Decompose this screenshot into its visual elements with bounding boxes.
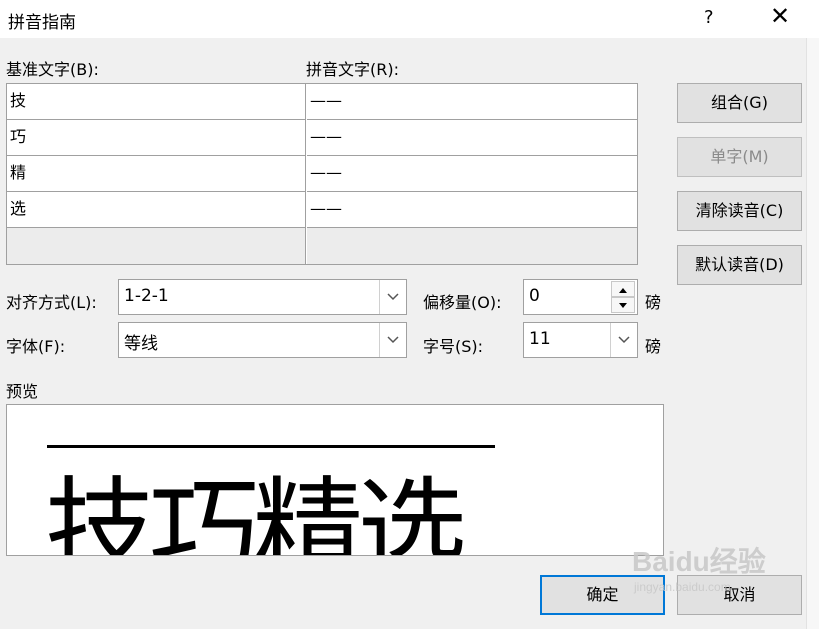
font-value: 等线 [124,334,158,354]
clear-reading-button[interactable]: 清除读音(C) [677,191,802,231]
ruby-cell-text: —— [310,199,342,218]
ruby-text-label: 拼音文字(R): [306,60,399,79]
triangle-up-icon[interactable] [611,281,635,297]
triangle-down-icon[interactable] [611,297,635,313]
font-label: 字体(F): [6,337,66,356]
base-cell-4[interactable]: 选 [7,192,306,228]
preview-text: 技巧精选 [45,466,467,556]
base-cell-text: 选 [10,199,27,218]
base-cell-3[interactable]: 精 [7,156,306,192]
watermark-url: jingyan.baidu.com [634,580,731,594]
ruby-cell-2[interactable]: —— [307,120,637,156]
preview-pane: 技巧精选 [6,404,664,556]
chevron-down-icon[interactable] [379,323,406,357]
watermark: Baidu经验 jingyan.baidu.com [632,540,766,594]
ruby-grid: 技 —— 巧 —— 精 —— 选 —— [6,83,638,265]
spin-control [611,280,637,314]
group-button[interactable]: 组合(G) [677,83,802,123]
ruby-cell-1[interactable]: —— [307,84,637,120]
font-select[interactable]: 等线 [118,322,407,358]
size-unit: 磅 [645,337,662,356]
base-cell-1[interactable]: 技 [7,84,306,120]
alignment-value: 1-2-1 [124,286,169,306]
alignment-label: 对齐方式(L): [6,293,97,312]
offset-value: 0 [529,286,540,306]
ruby-cell-3[interactable]: —— [307,156,637,192]
base-cell-text: 精 [10,163,27,182]
size-label: 字号(S): [423,337,484,356]
alignment-select[interactable]: 1-2-1 [118,279,407,315]
size-value: 11 [529,329,551,349]
ruby-cell-4[interactable]: —— [307,192,637,228]
base-text-label: 基准文字(B): [6,60,99,79]
offset-label: 偏移量(O): [423,293,502,312]
window-title: 拼音指南 [8,13,76,33]
base-cell-text: 技 [10,91,27,110]
offset-unit: 磅 [645,293,662,312]
base-cell-empty [7,228,306,264]
chevron-down-icon[interactable] [610,323,637,357]
window-edge [806,38,819,629]
base-cell-2[interactable]: 巧 [7,120,306,156]
close-icon[interactable]: ✕ [770,4,790,28]
chevron-down-icon[interactable] [379,280,406,314]
offset-spinner[interactable]: 0 [523,279,638,315]
preview-label: 预览 [6,382,39,401]
watermark-brand: Baidu经验 [632,546,766,577]
ruby-cell-text: —— [310,91,342,110]
default-reading-button[interactable]: 默认读音(D) [677,245,802,285]
preview-ruby-line [47,445,495,448]
ruby-cell-text: —— [310,127,342,146]
help-button[interactable]: ? [704,7,714,28]
title-bar: 拼音指南 ? ✕ [0,0,819,38]
ruby-cell-text: —— [310,163,342,182]
mono-button[interactable]: 单字(M) [677,137,802,177]
size-select[interactable]: 11 [523,322,638,358]
base-cell-text: 巧 [10,127,27,146]
ruby-cell-empty [307,228,637,264]
